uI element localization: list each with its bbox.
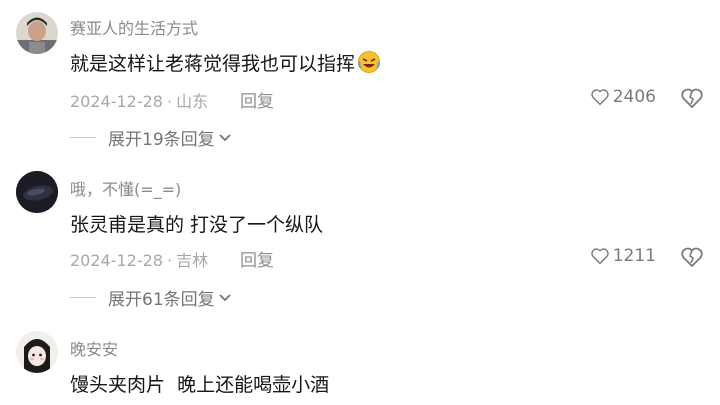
meta-separator: · <box>166 92 173 111</box>
rolling-laughing-emoji-icon <box>357 50 381 79</box>
divider <box>70 137 96 138</box>
username[interactable]: 哦，不懂(=_=) <box>70 176 181 200</box>
comment-date: 2024-12-28 <box>70 251 163 270</box>
comment-text: 就是这样让老蒋觉得我也可以指挥 <box>70 49 381 79</box>
meta-separator: · <box>166 251 173 270</box>
avatar[interactable] <box>16 12 58 54</box>
dislike-button[interactable] <box>680 246 704 268</box>
avatar-image <box>16 171 58 213</box>
reply-button[interactable]: 回复 <box>240 246 274 271</box>
avatar[interactable] <box>16 331 58 373</box>
expand-replies-button[interactable]: 展开61条回复 <box>70 285 232 310</box>
like-count: 2406 <box>612 87 656 107</box>
comment-text-body: 就是这样让老蒋觉得我也可以指挥 <box>70 53 356 75</box>
like-button[interactable]: 1211 <box>590 246 656 266</box>
expand-replies-label: 展开61条回复 <box>108 290 215 310</box>
broken-heart-icon <box>681 247 703 267</box>
comment-meta: 2024-12-28 · 吉林 <box>70 247 208 271</box>
comment-text: 馒头夹肉片 晚上还能喝壶小酒 <box>70 374 330 396</box>
username[interactable]: 赛亚人的生活方式 <box>70 15 198 39</box>
dislike-button[interactable] <box>680 87 704 109</box>
avatar[interactable] <box>16 171 58 213</box>
like-button[interactable]: 2406 <box>590 87 656 107</box>
reply-button[interactable]: 回复 <box>240 87 274 112</box>
broken-heart-icon <box>681 88 703 108</box>
comment-location: 吉林 <box>176 251 209 270</box>
comment-date: 2024-12-28 <box>70 92 163 111</box>
comment-text: 张灵甫是真的 打没了一个纵队 <box>70 214 324 236</box>
avatar-image <box>16 12 58 54</box>
username[interactable]: 晚安安 <box>70 336 118 360</box>
comment-location: 山东 <box>176 92 209 111</box>
chevron-down-icon <box>219 293 231 301</box>
expand-replies-label: 展开19条回复 <box>108 130 215 150</box>
divider <box>70 297 96 298</box>
heart-icon <box>591 248 609 265</box>
comment-meta: 2024-12-28 · 山东 <box>70 88 208 112</box>
like-count: 1211 <box>612 246 656 266</box>
expand-replies-button[interactable]: 展开19条回复 <box>70 125 232 150</box>
chevron-down-icon <box>219 133 231 141</box>
avatar-image <box>16 331 58 373</box>
heart-icon <box>591 89 609 106</box>
